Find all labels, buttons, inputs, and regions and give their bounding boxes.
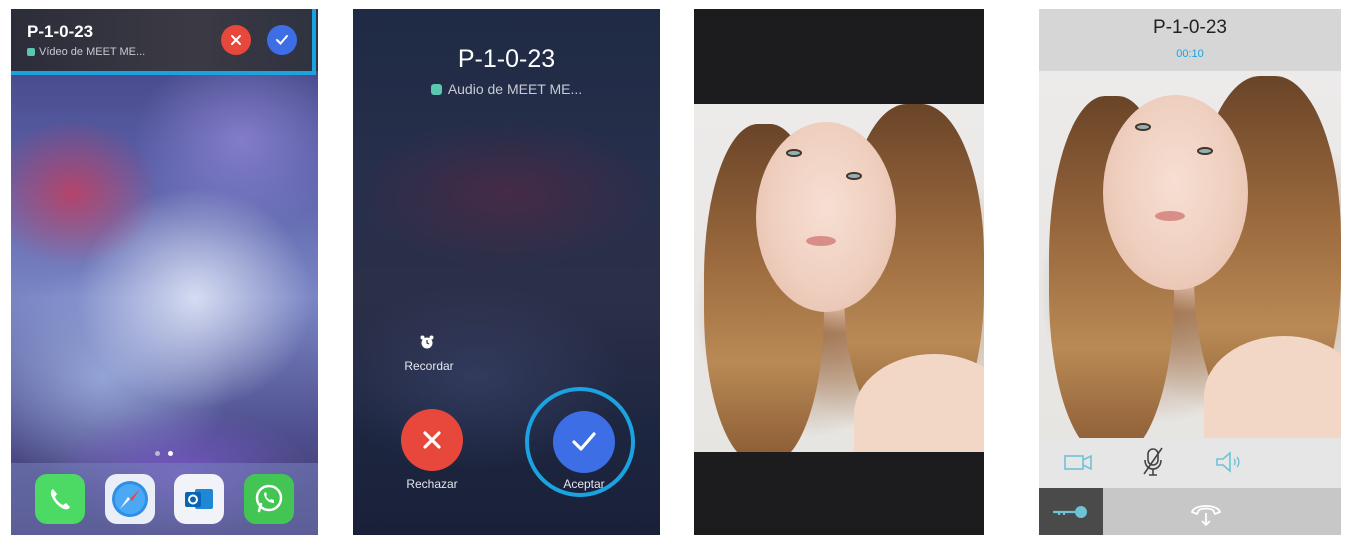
eye (846, 172, 862, 180)
eye (1135, 123, 1151, 131)
face (1103, 95, 1248, 290)
face (756, 122, 896, 312)
checkmark-icon (572, 432, 596, 451)
caller-name: P-1-0-23 (1153, 17, 1227, 38)
incoming-call-screen: P-1-0-23 Audio de MEET ME... Recordar Re… (353, 9, 660, 535)
safari-app[interactable] (104, 474, 155, 524)
video-feed (694, 104, 984, 452)
video-camera-icon[interactable] (1063, 450, 1093, 474)
eye (786, 149, 802, 157)
video-feed (1039, 71, 1341, 438)
app-icon (430, 83, 442, 95)
speaker-icon[interactable] (1214, 450, 1244, 474)
key-icon (1053, 505, 1087, 518)
dock (11, 463, 318, 535)
phone-icon (50, 489, 70, 510)
open-door-button[interactable] (1039, 488, 1103, 535)
phone-app[interactable] (34, 474, 85, 524)
in-call-screen: P-1-0-23 00:10 (1039, 9, 1341, 535)
call-subtitle-text: Audio de MEET ME... (447, 81, 583, 97)
video-screen (694, 9, 984, 535)
call-header: P-1-0-23 00:10 (1039, 9, 1341, 71)
outlook-app[interactable] (174, 474, 225, 524)
call-timer: 00:10 (1176, 48, 1204, 60)
home-screen: P-1-0-23 Vídeo de MEET ME... (11, 9, 318, 535)
call-subtitle: Audio de MEET ME... (353, 81, 660, 97)
lips (806, 236, 836, 246)
eye (1197, 147, 1213, 155)
whatsapp-icon (255, 484, 283, 513)
microphone-muted-icon[interactable] (1141, 446, 1165, 478)
lips (1155, 211, 1185, 221)
remind-label[interactable]: Recordar (399, 359, 459, 373)
call-action-bar (1039, 488, 1341, 535)
page-indicator[interactable] (155, 451, 173, 456)
alarm-clock-icon[interactable] (419, 334, 435, 350)
page-dot (155, 451, 160, 456)
decline-button[interactable] (401, 409, 463, 471)
outlook-icon (185, 489, 214, 509)
accept-label: Aceptar (563, 477, 605, 491)
close-icon (423, 431, 441, 449)
caller-name: P-1-0-23 (457, 45, 556, 73)
decline-label: Rechazar (406, 477, 458, 491)
call-controls (1039, 438, 1341, 488)
accept-button[interactable] (553, 411, 615, 473)
safari-icon (111, 481, 148, 517)
banner-highlight (11, 9, 316, 75)
hang-up-icon[interactable] (1189, 498, 1223, 528)
whatsapp-app[interactable] (244, 474, 295, 524)
page-dot-active (168, 451, 173, 456)
